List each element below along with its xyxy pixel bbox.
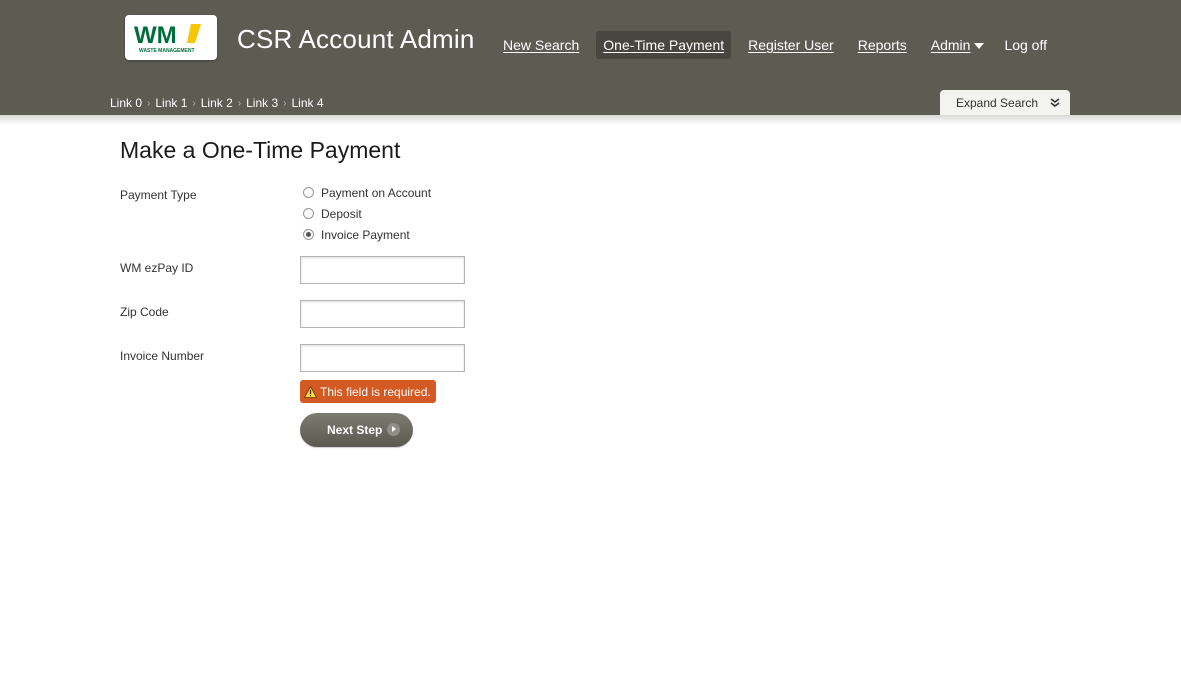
logo-subtext: WASTE MANAGEMENT [139, 48, 195, 54]
breadcrumb-link-3[interactable]: Link 3 [246, 96, 278, 110]
radio-invoice-payment[interactable]: Invoice Payment [303, 228, 410, 242]
chevron-down-icon [974, 42, 985, 49]
ezpay-id-label: WM ezPay ID [120, 261, 194, 275]
main-nav: New Search One-Time Payment Register Use… [496, 30, 1064, 59]
double-chevron-down-icon [1050, 98, 1060, 107]
breadcrumb-separator-icon: › [147, 97, 151, 109]
wm-logo-icon: WM WASTE MANAGEMENT [134, 22, 201, 54]
breadcrumb-link-1[interactable]: Link 1 [155, 96, 187, 110]
app-header: WM WASTE MANAGEMENT CSR Account Admin Ne… [0, 0, 1181, 115]
nav-one-time-payment[interactable]: One-Time Payment [596, 30, 732, 59]
page-title: Make a One-Time Payment [120, 137, 401, 163]
nav-admin[interactable]: Admin [924, 31, 992, 59]
payment-type-label: Payment Type [120, 188, 197, 202]
radio-label: Invoice Payment [321, 228, 410, 242]
nav-admin-label: Admin [930, 36, 971, 53]
breadcrumb: Link 0 › Link 1 › Link 2 › Link 3 › Link… [110, 96, 324, 110]
next-step-label: Next Step [327, 423, 383, 437]
breadcrumb-link-4[interactable]: Link 4 [292, 96, 324, 110]
ezpay-id-input[interactable] [300, 256, 465, 284]
wm-logo[interactable]: WM WASTE MANAGEMENT [125, 15, 217, 60]
error-message: This field is required. [320, 384, 431, 399]
nav-register-user[interactable]: Register User [741, 31, 841, 59]
radio-label: Deposit [321, 207, 362, 221]
zip-code-input[interactable] [300, 300, 465, 328]
radio-label: Payment on Account [321, 186, 432, 200]
radio-payment-on-account[interactable]: Payment on Account [303, 186, 431, 200]
zip-code-label: Zip Code [120, 305, 169, 319]
app-title: CSR Account Admin [237, 24, 475, 54]
expand-search-button[interactable]: Expand Search [940, 90, 1070, 115]
breadcrumb-separator-icon: › [192, 97, 196, 109]
radio-button[interactable] [303, 207, 314, 219]
breadcrumb-separator-icon: › [283, 97, 287, 109]
logo-wordmark: WM [134, 22, 177, 49]
header-shadow [0, 115, 1181, 125]
nav-new-search[interactable]: New Search [496, 31, 586, 59]
nav-log-off[interactable]: Log off [997, 31, 1054, 59]
breadcrumb-link-2[interactable]: Link 2 [201, 96, 233, 110]
radio-button[interactable] [303, 186, 314, 198]
breadcrumb-separator-icon: › [237, 97, 242, 109]
expand-search-label: Expand Search [956, 95, 1039, 110]
nav-reports[interactable]: Reports [851, 31, 914, 59]
radio-deposit[interactable]: Deposit [303, 207, 362, 221]
breadcrumb-link-0[interactable]: Link 0 [110, 96, 142, 110]
radio-button-selected[interactable] [303, 228, 314, 240]
invoice-number-error: This field is required. [300, 380, 436, 403]
next-step-button[interactable]: Next Step [300, 413, 413, 447]
invoice-number-label: Invoice Number [120, 349, 205, 363]
warning-icon [304, 385, 317, 398]
invoice-number-input[interactable] [300, 344, 465, 372]
arrow-right-circle-icon [387, 423, 400, 436]
